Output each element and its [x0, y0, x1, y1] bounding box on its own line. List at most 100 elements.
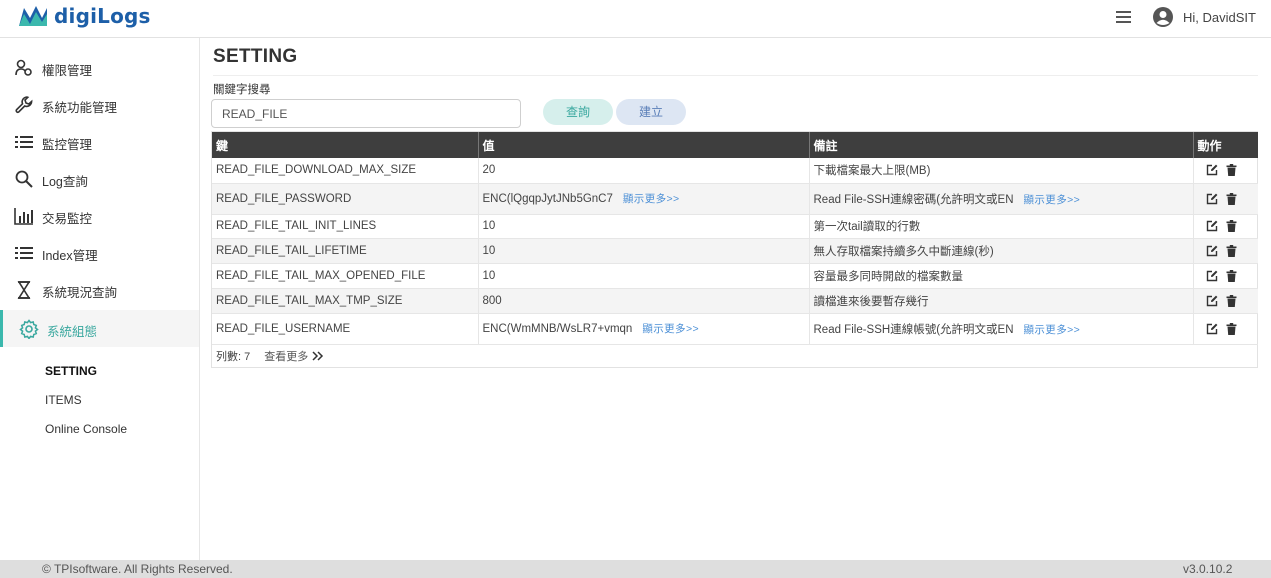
- edit-icon[interactable]: [1206, 323, 1218, 335]
- trash-icon[interactable]: [1226, 294, 1237, 307]
- page-footer: © TPIsoftware. All Rights Reserved. v3.0…: [0, 560, 1271, 578]
- edit-icon[interactable]: [1206, 245, 1218, 257]
- show-more-link[interactable]: 顯示更多>>: [1024, 324, 1081, 336]
- cell-note: 容量最多同時開啟的檔案數量: [809, 263, 1194, 289]
- logo-text: digiLogs: [54, 4, 151, 28]
- page-title: SETTING: [213, 46, 298, 67]
- table-row: READ_FILE_TAIL_MAX_TMP_SIZE 800 讀檔進來後要暫存幾行: [212, 288, 1258, 314]
- cell-value: ENC(WmMNB/WsLR7+vmqn 顯示更多>>: [478, 313, 810, 345]
- cell-note: 無人存取檔案持續多久中斷連線(秒): [809, 238, 1194, 264]
- app-logo[interactable]: digiLogs: [18, 4, 151, 28]
- cell-value: 20: [478, 158, 810, 184]
- cell-key: READ_FILE_TAIL_MAX_TMP_SIZE: [212, 288, 479, 314]
- sidebar-subitem-online-console[interactable]: Online Console: [45, 422, 127, 436]
- cell-actions: [1193, 183, 1258, 215]
- view-more-link[interactable]: 查看更多: [264, 348, 324, 364]
- sidebar-item-label: 監控管理: [42, 138, 93, 152]
- sidebar-item-label: Index管理: [42, 249, 98, 263]
- trash-icon[interactable]: [1226, 220, 1237, 232]
- cell-key: READ_FILE_TAIL_LIFETIME: [212, 238, 479, 264]
- create-button[interactable]: 建立: [616, 99, 686, 125]
- column-header-note[interactable]: 備註: [809, 132, 1194, 158]
- edit-icon[interactable]: [1206, 220, 1218, 232]
- copyright-text: © TPIsoftware. All Rights Reserved.: [42, 562, 233, 576]
- sidebar-item-system-function[interactable]: 系統功能管理: [0, 86, 199, 123]
- table-row: READ_FILE_TAIL_INIT_LINES 10 第一次tail讀取的行數: [212, 214, 1258, 239]
- sidebar: 權限管理 系統功能管理 監控管理 Log查詢 交易監控 Index管理 系統現況…: [0, 38, 200, 560]
- sidebar-item-label: Log查詢: [42, 175, 88, 189]
- user-group-icon: [15, 59, 32, 76]
- table-header-row: 鍵 值 備註 動作: [212, 132, 1258, 158]
- sidebar-item-monitor[interactable]: 監控管理: [0, 123, 199, 160]
- version-text: v3.0.10.2: [1183, 562, 1233, 576]
- query-button[interactable]: 查詢: [543, 99, 613, 125]
- trash-icon[interactable]: [1226, 269, 1237, 282]
- cell-value: ENC(lQgqpJytJNb5GnC7 顯示更多>>: [478, 183, 810, 215]
- search-icon: [15, 170, 33, 188]
- gear-icon: [19, 319, 39, 339]
- cell-actions: [1193, 263, 1258, 289]
- edit-icon[interactable]: [1206, 164, 1218, 176]
- cell-key: READ_FILE_TAIL_MAX_OPENED_FILE: [212, 263, 479, 289]
- cell-value: 10: [478, 238, 810, 264]
- sidebar-item-system-status[interactable]: 系統現況查詢: [0, 271, 199, 308]
- cell-value: 10: [478, 263, 810, 289]
- user-menu[interactable]: Hi, DavidSIT: [1153, 7, 1256, 27]
- edit-icon[interactable]: [1206, 270, 1218, 282]
- sidebar-item-label: 系統功能管理: [42, 101, 118, 115]
- settings-table: 鍵 值 備註 動作 READ_FILE_DOWNLOAD_MAX_SIZE 20 下…: [211, 131, 1258, 368]
- cell-note: 下載檔案最大上限(MB): [809, 158, 1194, 184]
- sidebar-item-system-config[interactable]: 系統組態: [0, 310, 199, 347]
- cell-actions: [1193, 158, 1258, 184]
- table-footer: 列數: 7 查看更多: [216, 348, 324, 364]
- trash-icon[interactable]: [1226, 322, 1237, 335]
- trash-icon[interactable]: [1226, 244, 1237, 257]
- table-row: READ_FILE_DOWNLOAD_MAX_SIZE 20 下載檔案最大上限(MB…: [212, 158, 1258, 184]
- search-label: 關鍵字搜尋: [213, 84, 271, 96]
- cell-value: 800: [478, 288, 810, 314]
- sidebar-item-log-search[interactable]: Log查詢: [0, 160, 199, 197]
- cell-note: 讀檔進來後要暫存幾行: [809, 288, 1194, 314]
- cell-actions: [1193, 214, 1258, 239]
- column-header-value[interactable]: 值: [478, 132, 810, 158]
- sidebar-subitem-items[interactable]: ITEMS: [45, 393, 82, 407]
- keyword-search-input[interactable]: [211, 99, 521, 128]
- list-icon: [15, 136, 33, 148]
- edit-icon[interactable]: [1206, 193, 1218, 205]
- wrench-icon: [15, 96, 33, 114]
- edit-icon[interactable]: [1206, 295, 1218, 307]
- show-more-link[interactable]: 顯示更多>>: [642, 323, 699, 335]
- show-more-link[interactable]: 顯示更多>>: [1024, 194, 1081, 206]
- cell-actions: [1193, 313, 1258, 345]
- menu-toggle-icon[interactable]: [1116, 11, 1131, 23]
- table-row: READ_FILE_PASSWORD ENC(lQgqpJytJNb5GnC7 顯示…: [212, 183, 1258, 215]
- cell-key: READ_FILE_USERNAME: [212, 313, 479, 345]
- cell-key: READ_FILE_DOWNLOAD_MAX_SIZE: [212, 158, 479, 184]
- user-greeting: Hi, DavidSIT: [1183, 9, 1256, 25]
- bar-chart-icon: [14, 208, 33, 225]
- column-header-key[interactable]: 鍵: [212, 132, 479, 158]
- sidebar-item-permission[interactable]: 權限管理: [0, 49, 199, 86]
- sidebar-item-transaction-monitor[interactable]: 交易監控: [0, 197, 199, 234]
- title-divider: [213, 75, 1258, 76]
- cell-key: READ_FILE_PASSWORD: [212, 183, 479, 215]
- double-chevron-right-icon: [312, 351, 324, 361]
- sidebar-item-label: 權限管理: [42, 64, 93, 78]
- cell-note: Read File-SSH連線密碼(允許明文或EN 顯示更多>>: [809, 183, 1194, 215]
- hourglass-icon: [17, 281, 31, 299]
- row-count: 列數: 7: [216, 351, 251, 363]
- sidebar-subitem-setting[interactable]: SETTING: [45, 364, 97, 378]
- list-icon: [15, 247, 33, 259]
- cell-note: Read File-SSH連線帳號(允許明文或EN 顯示更多>>: [809, 313, 1194, 345]
- trash-icon[interactable]: [1226, 164, 1237, 177]
- cell-actions: [1193, 288, 1258, 314]
- table-row: READ_FILE_TAIL_LIFETIME 10 無人存取檔案持續多久中斷連線(…: [212, 238, 1258, 264]
- sidebar-item-label: 交易監控: [42, 212, 93, 226]
- sidebar-item-label: 系統現況查詢: [42, 286, 118, 300]
- trash-icon[interactable]: [1226, 192, 1237, 205]
- sidebar-item-label: 系統組態: [47, 325, 98, 339]
- show-more-link[interactable]: 顯示更多>>: [623, 193, 680, 205]
- table-row: READ_FILE_TAIL_MAX_OPENED_FILE 10 容量最多同時開啟…: [212, 263, 1258, 289]
- sidebar-item-index-manage[interactable]: Index管理: [0, 234, 199, 271]
- table-row: READ_FILE_USERNAME ENC(WmMNB/WsLR7+vmqn 顯示…: [212, 313, 1258, 345]
